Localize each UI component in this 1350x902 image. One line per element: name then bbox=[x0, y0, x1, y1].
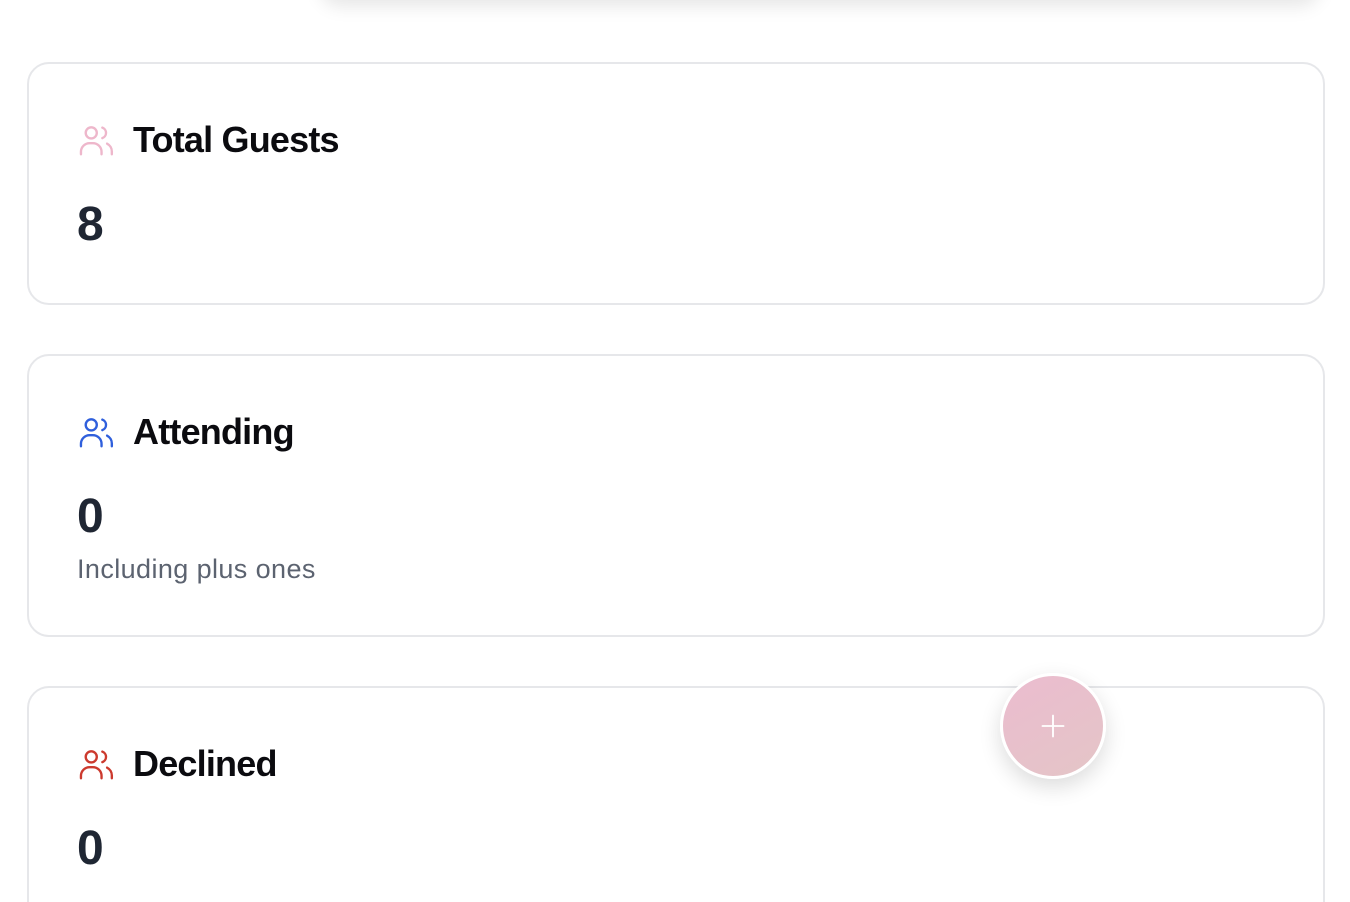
stat-card-attending: Attending 0 Including plus ones bbox=[27, 354, 1325, 637]
stat-card-declined: Declined 0 bbox=[27, 686, 1325, 902]
stat-value: 0 bbox=[77, 490, 104, 543]
stat-card-header: Declined bbox=[77, 742, 277, 786]
users-icon bbox=[77, 121, 115, 159]
stat-card-total-guests: Total Guests 8 bbox=[27, 62, 1325, 305]
stat-title: Total Guests bbox=[133, 119, 340, 160]
stat-title: Declined bbox=[133, 743, 277, 784]
users-icon bbox=[77, 745, 115, 783]
stat-value: 8 bbox=[77, 198, 104, 251]
guest-stats-page: Total Guests 8 Attending 0 Including plu… bbox=[0, 0, 1350, 902]
stat-card-header: Total Guests bbox=[77, 118, 340, 162]
add-guest-button[interactable] bbox=[1000, 673, 1106, 779]
stat-card-header: Attending bbox=[77, 410, 295, 454]
plus-icon bbox=[1039, 712, 1067, 740]
stat-subtitle: Including plus ones bbox=[77, 554, 316, 584]
users-icon bbox=[77, 413, 115, 451]
stat-title: Attending bbox=[133, 411, 295, 452]
stat-value: 0 bbox=[77, 822, 104, 875]
